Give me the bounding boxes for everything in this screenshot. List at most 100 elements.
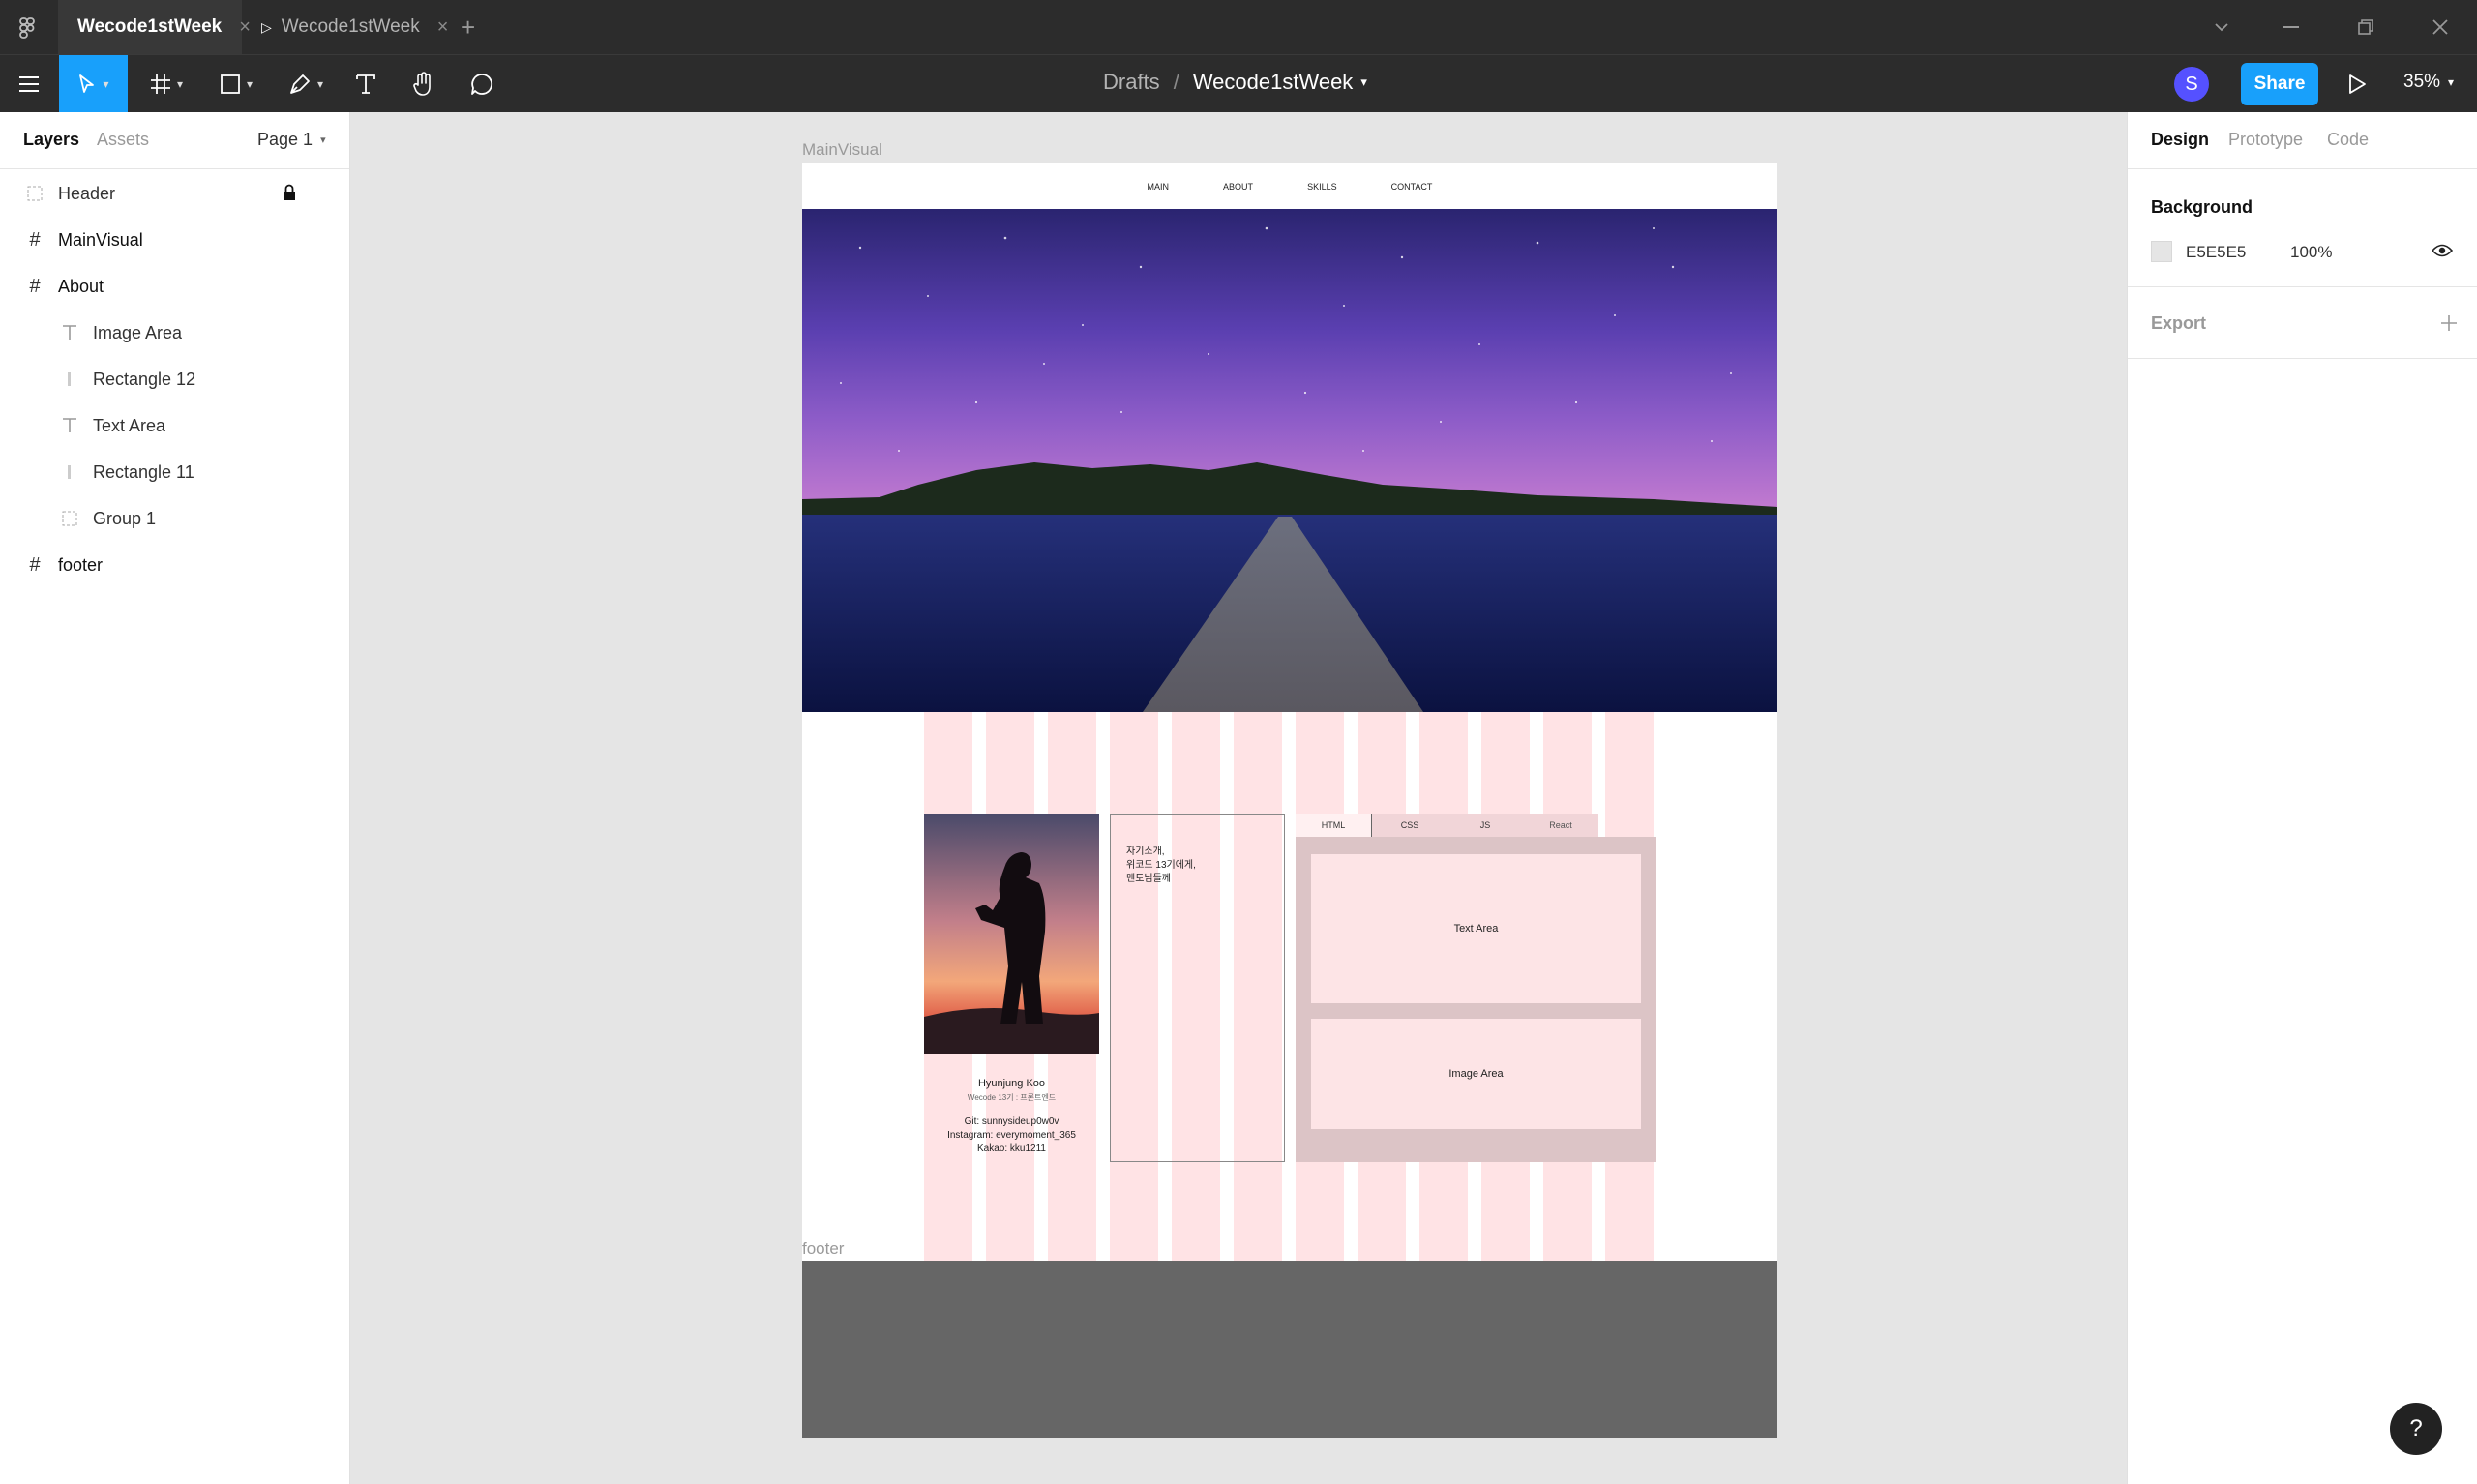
profile-git: Git: sunnysideup0w0v: [964, 1116, 1059, 1127]
chevron-down-icon: ▾: [2448, 75, 2455, 89]
footer-frame[interactable]: [802, 1261, 1777, 1438]
chevron-down-icon: ▾: [103, 76, 109, 91]
profile-name: Hyunjung Koo: [977, 1078, 1046, 1089]
rectangle-icon: [221, 74, 240, 94]
present-icon[interactable]: [2346, 73, 2368, 101]
tab-layers[interactable]: Layers: [23, 130, 79, 150]
avatar[interactable]: S: [2174, 67, 2209, 102]
nav-item-about[interactable]: ABOUT: [1223, 182, 1253, 192]
layer-row-text-area[interactable]: Text Area: [0, 402, 349, 449]
frame-tool-button[interactable]: ▾: [135, 55, 197, 112]
layer-row-rectangle-11[interactable]: Rectangle 11: [0, 449, 349, 495]
profile-photo[interactable]: [924, 814, 1099, 1054]
layer-name: Image Area: [93, 322, 183, 342]
breadcrumb: Drafts / Wecode1stWeek ▾: [1103, 70, 1367, 95]
zoom-dropdown[interactable]: 35% ▾: [2403, 72, 2454, 93]
bg-color-swatch[interactable]: [2151, 241, 2172, 262]
layer-name: Group 1: [93, 508, 157, 528]
minimize-icon[interactable]: [2283, 26, 2299, 28]
file-name[interactable]: Wecode1stWeek: [1193, 70, 1354, 95]
divider: [2128, 168, 2477, 169]
intro-line: 위코드 13기에게,: [1126, 860, 1196, 871]
layer-row-group-1[interactable]: Group 1: [0, 495, 349, 542]
close-icon[interactable]: ×: [437, 16, 449, 39]
group-icon: [60, 509, 79, 528]
text-area-label: Text Area: [1453, 923, 1499, 935]
layer-name: footer: [58, 554, 104, 575]
toolbar: ▾ ▾ ▾ ▾ Drafts / Wecode1stWeek ▾ S Share…: [0, 54, 2477, 112]
restore-icon[interactable]: [2357, 18, 2374, 41]
intro-line: 자기소개,: [1126, 846, 1165, 857]
profile-kakao: Kakao: kku1211: [977, 1143, 1046, 1154]
tab-label: Wecode1stWeek: [281, 16, 420, 37]
figma-logo-icon[interactable]: [17, 17, 37, 39]
layer-row-about[interactable]: # About: [0, 263, 349, 310]
chevron-down-icon: ▾: [320, 134, 326, 146]
layer-name: MainVisual: [58, 229, 143, 250]
nav-item-main[interactable]: MAIN: [1148, 182, 1170, 192]
text-area-box[interactable]: Text Area: [1311, 854, 1641, 1003]
page-selector[interactable]: Page 1 ▾: [257, 130, 326, 150]
profile-info: Hyunjung Koo Wecode 13기 : 프론트엔드 Git: sun…: [924, 1078, 1099, 1154]
chevron-down-icon[interactable]: ▾: [1360, 74, 1367, 90]
chevron-down-icon: ▾: [316, 76, 324, 91]
tab-design[interactable]: Design: [2151, 130, 2209, 150]
tab-prototype[interactable]: ▷ Wecode1stWeek ×: [250, 0, 453, 54]
layer-row-rectangle-12[interactable]: Rectangle 12: [0, 356, 349, 402]
pen-tool-button[interactable]: ▾: [275, 55, 337, 112]
help-button[interactable]: ?: [2390, 1403, 2442, 1455]
skill-tab-js[interactable]: JS: [1447, 814, 1523, 837]
frame-label-mainvisual[interactable]: MainVisual: [802, 140, 882, 160]
text-tool-button[interactable]: [344, 55, 387, 112]
skill-tab-css[interactable]: CSS: [1372, 814, 1447, 837]
layer-name: Text Area: [93, 415, 166, 435]
tab-assets[interactable]: Assets: [97, 130, 149, 150]
intro-line: 멘토님들께: [1126, 874, 1171, 884]
play-icon: ▷: [261, 18, 272, 35]
cursor-icon: [79, 74, 95, 93]
menu-icon[interactable]: [0, 55, 58, 112]
page-frame[interactable]: MAIN ABOUT SKILLS CONTACT Hyunjung Koo W…: [802, 163, 1777, 1261]
tab-prototype[interactable]: Prototype: [2228, 130, 2303, 150]
eye-icon[interactable]: [2431, 242, 2454, 264]
site-nav: MAIN ABOUT SKILLS CONTACT: [802, 163, 1777, 209]
move-tool-button[interactable]: ▾: [59, 55, 128, 112]
lock-icon[interactable]: [283, 184, 296, 206]
layer-row-image-area[interactable]: Image Area: [0, 310, 349, 356]
frame-label-footer[interactable]: footer: [802, 1239, 844, 1259]
properties-panel: Design Prototype Code Background E5E5E5 …: [2127, 112, 2477, 1484]
tab-label: Wecode1stWeek: [77, 16, 223, 37]
window-close-icon[interactable]: [2431, 17, 2450, 42]
comment-tool-button[interactable]: [461, 55, 503, 112]
tab-file-active[interactable]: Wecode1stWeek ×: [58, 0, 251, 54]
skill-tab-html[interactable]: HTML: [1296, 814, 1372, 837]
new-tab-button[interactable]: +: [461, 13, 475, 43]
hand-tool-button[interactable]: [403, 55, 445, 112]
add-export-icon[interactable]: [2439, 313, 2459, 338]
nav-item-skills[interactable]: SKILLS: [1307, 182, 1337, 192]
bg-opacity-input[interactable]: 100%: [2290, 243, 2332, 262]
skill-panel[interactable]: Text Area Image Area: [1296, 837, 1656, 1162]
export-section-title: Export: [2151, 313, 2207, 333]
chevron-down-icon: ▾: [246, 76, 254, 91]
title-bar: Wecode1stWeek × ▷ Wecode1stWeek × +: [0, 0, 2477, 54]
hero-image[interactable]: [802, 209, 1777, 712]
divider: [0, 168, 349, 169]
chevron-down-icon: ▾: [176, 76, 184, 91]
layer-row-header[interactable]: Header: [0, 170, 349, 217]
breadcrumb-drafts[interactable]: Drafts: [1103, 70, 1160, 95]
chevron-down-icon[interactable]: [2212, 17, 2231, 42]
text-icon: [60, 323, 79, 342]
share-button[interactable]: Share: [2241, 63, 2318, 105]
layer-row-footer[interactable]: # footer: [0, 542, 349, 588]
layer-row-mainvisual[interactable]: # MainVisual: [0, 217, 349, 263]
intro-text-box[interactable]: 자기소개, 위코드 13기에게, 멘토님들께: [1110, 814, 1285, 1162]
image-area-box[interactable]: Image Area: [1311, 1019, 1641, 1129]
text-icon: [356, 74, 375, 94]
nav-item-contact[interactable]: CONTACT: [1391, 182, 1433, 192]
bg-hex-input[interactable]: E5E5E5: [2186, 243, 2246, 262]
shape-tool-button[interactable]: ▾: [205, 55, 267, 112]
skill-tab-react[interactable]: React: [1523, 814, 1598, 837]
tab-code[interactable]: Code: [2327, 130, 2369, 150]
frame-icon: #: [29, 553, 41, 576]
